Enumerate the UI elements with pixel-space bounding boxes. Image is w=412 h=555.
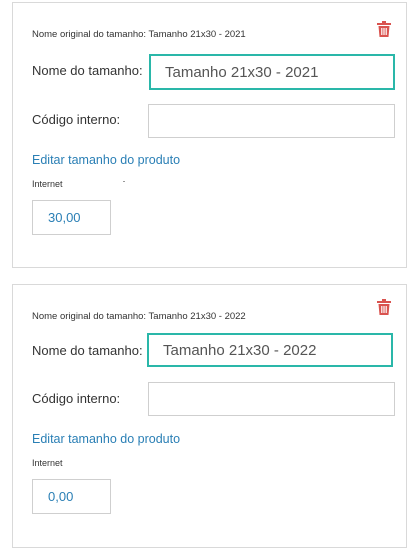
price-channel-label: Internet: [32, 179, 63, 189]
original-size-name: Nome original do tamanho: Tamanho 21x30 …: [32, 311, 246, 322]
edit-size-link[interactable]: Editar tamanho do produto: [32, 432, 180, 446]
price-input[interactable]: [32, 479, 111, 514]
size-card: Nome original do tamanho: Tamanho 21x30 …: [12, 284, 407, 548]
price-channel-label: Internet: [32, 458, 63, 468]
internal-code-label: Código interno:: [32, 391, 121, 406]
page: Nome original do tamanho: Tamanho 21x30 …: [0, 0, 412, 555]
trash-icon[interactable]: [377, 299, 391, 315]
separator-dot: [123, 181, 125, 182]
size-name-label: Nome do tamanho:: [32, 343, 143, 358]
price-input[interactable]: [32, 200, 111, 235]
internal-code-input[interactable]: [148, 382, 395, 416]
size-name-input[interactable]: [147, 333, 393, 367]
edit-size-link[interactable]: Editar tamanho do produto: [32, 153, 180, 167]
trash-icon[interactable]: [377, 21, 391, 37]
size-name-input[interactable]: [149, 54, 395, 90]
original-size-name: Nome original do tamanho: Tamanho 21x30 …: [32, 29, 246, 40]
size-card: Nome original do tamanho: Tamanho 21x30 …: [12, 2, 407, 268]
internal-code-input[interactable]: [148, 104, 395, 138]
size-name-label: Nome do tamanho:: [32, 63, 143, 78]
internal-code-label: Código interno:: [32, 112, 121, 127]
